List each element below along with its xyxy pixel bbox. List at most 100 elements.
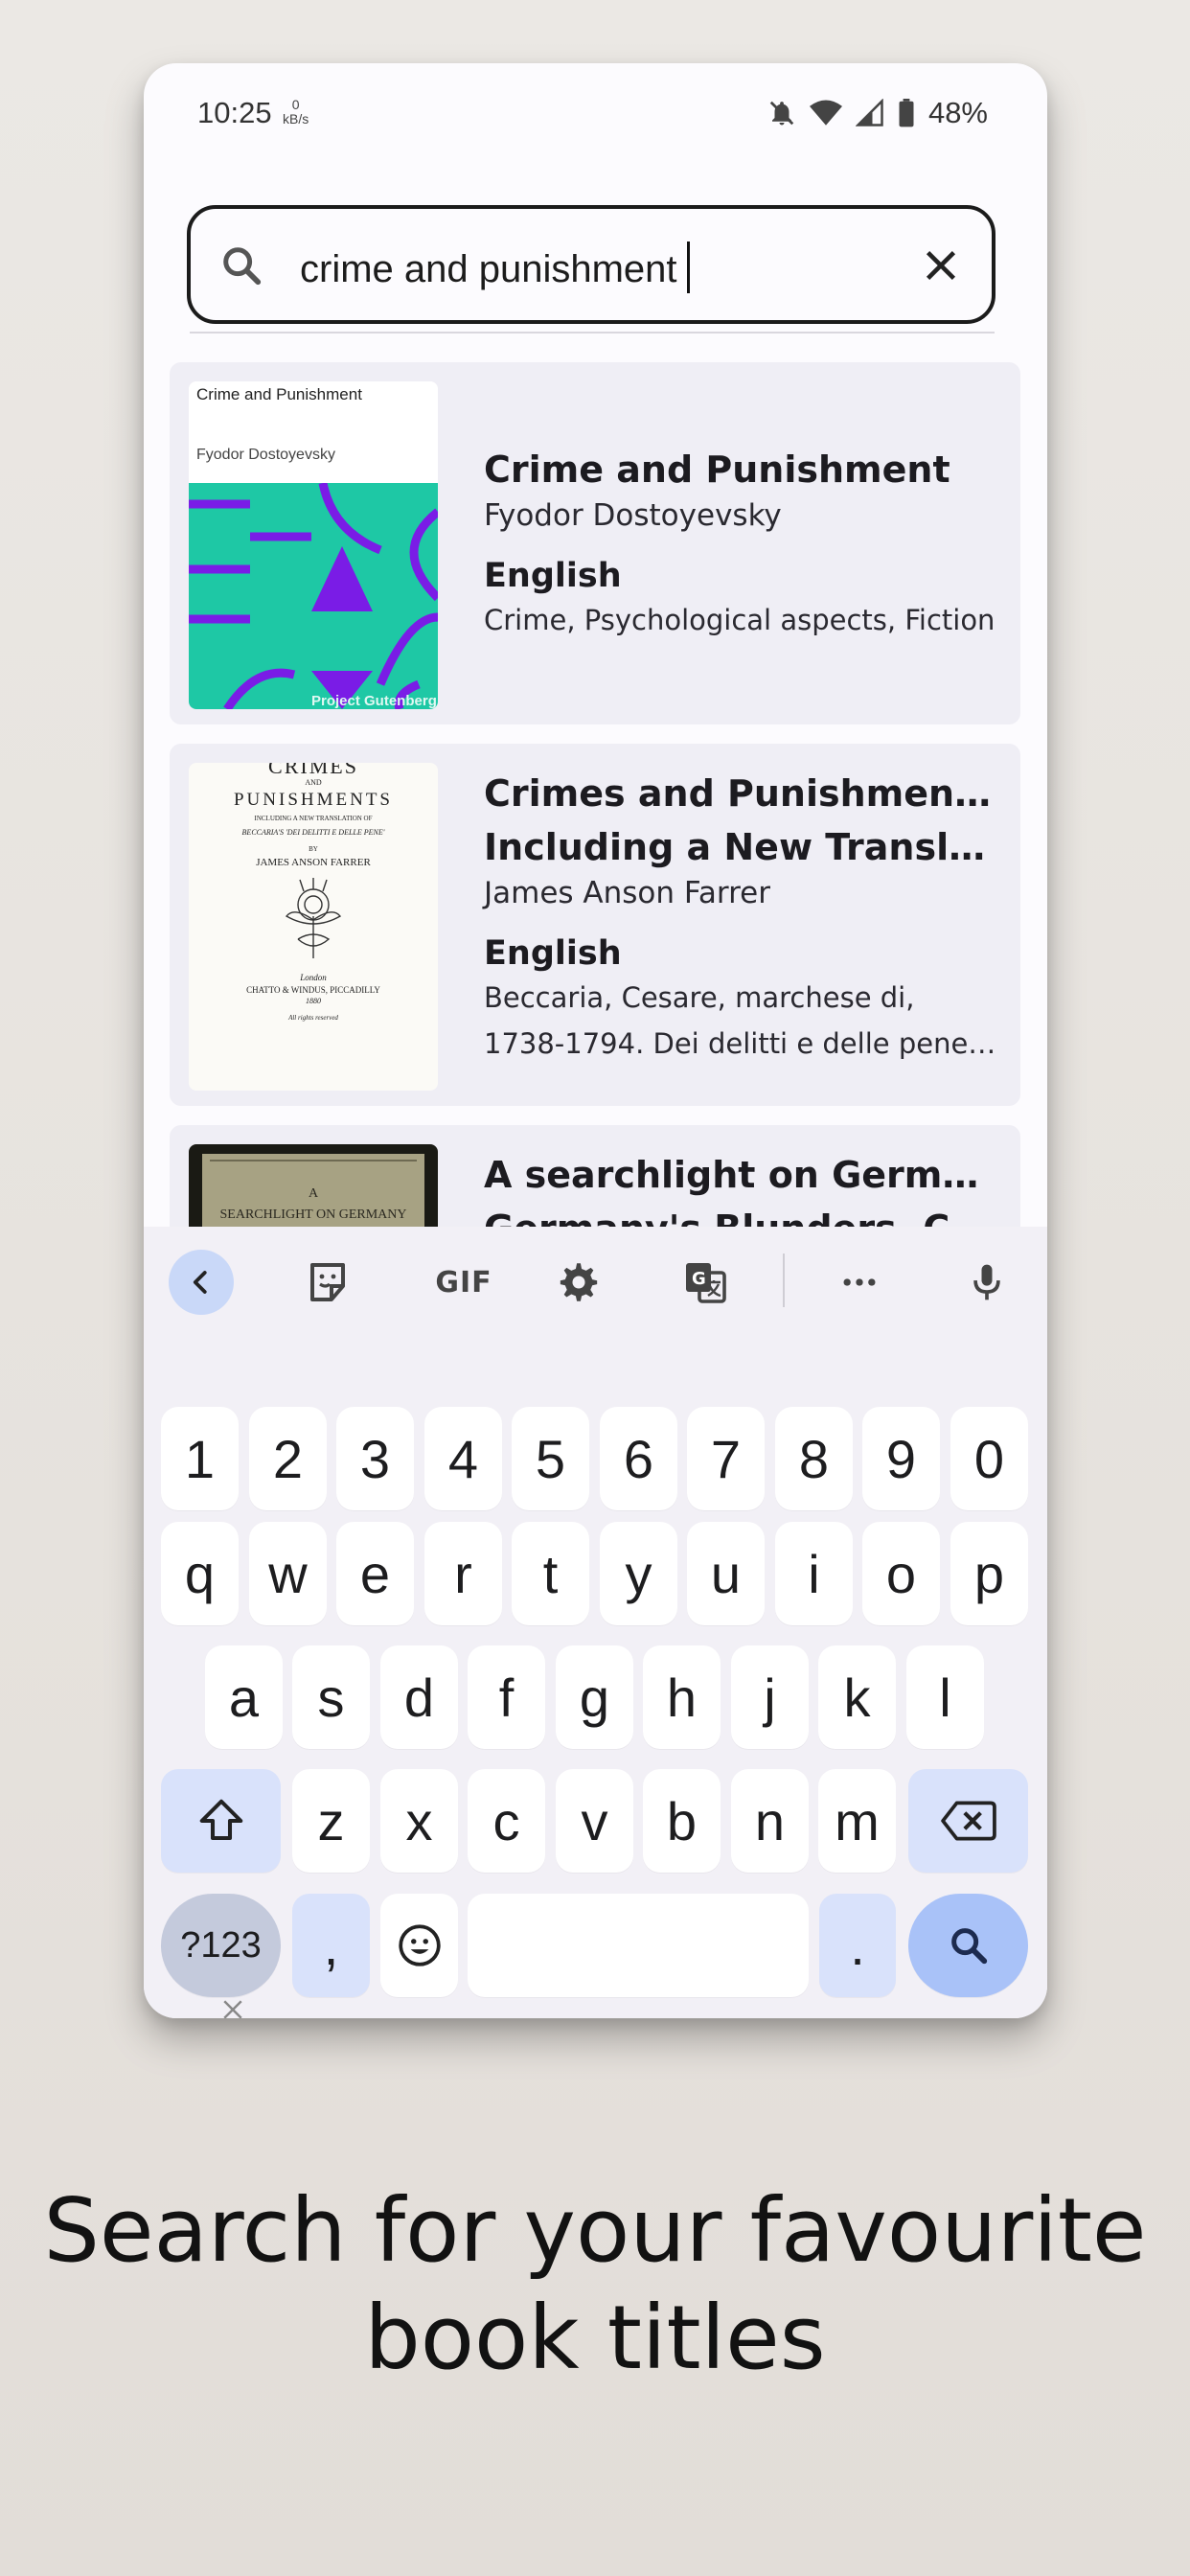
sticker-button[interactable] [295, 1250, 360, 1315]
key-i[interactable]: i [775, 1522, 853, 1625]
key-s[interactable]: s [292, 1645, 370, 1749]
search-query-text: crime and punishment [300, 248, 677, 290]
translate-icon: G [686, 1263, 726, 1303]
key-8[interactable]: 8 [775, 1407, 853, 1510]
cover-line: BY [309, 845, 318, 853]
comma-key[interactable]: , [292, 1894, 370, 1997]
more-horizontal-icon [843, 1278, 876, 1286]
cover-line: CRIMES [268, 763, 358, 778]
key-e[interactable]: e [336, 1522, 414, 1625]
book-title-line-1: Crimes and Punishments: [484, 772, 997, 815]
key-j[interactable]: j [731, 1645, 809, 1749]
key-9[interactable]: 9 [862, 1407, 940, 1510]
svg-text:G: G [692, 1269, 706, 1289]
bell-off-icon [769, 101, 794, 126]
key-u[interactable]: u [687, 1522, 765, 1625]
period-key[interactable]: . [819, 1894, 896, 1997]
key-l[interactable]: l [906, 1645, 984, 1749]
search-action-key[interactable] [908, 1894, 1028, 1997]
key-6[interactable]: 6 [600, 1407, 677, 1510]
key-0[interactable]: 0 [950, 1407, 1028, 1510]
status-icons: 48% [767, 96, 988, 130]
book-cover: CRIMES AND PUNISHMENTS INCLUDING A NEW T… [189, 763, 438, 1091]
caption-line-1: Search for your favourite [43, 2179, 1147, 2282]
cover-line: BECCARIA'S 'DEI DELITTI E DELLE PENE' [241, 828, 385, 837]
book-language: English [484, 934, 622, 973]
settings-button[interactable] [546, 1250, 611, 1315]
net-speed: 0 kB/s [283, 98, 309, 126]
key-t[interactable]: t [512, 1522, 589, 1625]
cover-line: All rights reserved [288, 1014, 338, 1022]
symbols-key[interactable]: ?123 [161, 1894, 281, 1997]
gif-button[interactable]: GIF [421, 1250, 507, 1315]
emblem-illustration [285, 878, 342, 958]
key-4[interactable]: 4 [424, 1407, 502, 1510]
search-bar[interactable]: crime and punishment [187, 205, 995, 324]
key-o[interactable]: o [862, 1522, 940, 1625]
key-x[interactable]: x [380, 1769, 458, 1873]
search-divider [190, 332, 995, 334]
cover-author: Fyodor Dostoyevsky [196, 447, 335, 463]
key-2[interactable]: 2 [249, 1407, 327, 1510]
close-icon[interactable] [919, 243, 963, 288]
book-title-line-2: Including a New Translati... [484, 826, 997, 868]
cover-line: INCLUDING A NEW TRANSLATION OF [254, 815, 373, 822]
key-k[interactable]: k [818, 1645, 896, 1749]
key-n[interactable]: n [731, 1769, 809, 1873]
signal-icon [855, 99, 883, 126]
key-g[interactable]: g [556, 1645, 633, 1749]
status-time: 10:25 [197, 96, 272, 129]
key-h[interactable]: h [643, 1645, 721, 1749]
key-z[interactable]: z [292, 1769, 370, 1873]
cover-line: PUNISHMENTS [233, 790, 394, 810]
battery-icon [899, 99, 914, 127]
result-card-crime-and-punishment[interactable]: Crime and Punishment Fyodor Dostoyevsky [170, 362, 1020, 724]
shift-icon [199, 1799, 242, 1841]
book-title: Crime and Punishment [484, 448, 950, 491]
book-subjects-line-1: Beccaria, Cesare, marchese di, [484, 981, 915, 1014]
key-3[interactable]: 3 [336, 1407, 414, 1510]
more-options-button[interactable] [827, 1250, 892, 1315]
cover-line: SEARCHLIGHT ON GERMANY [219, 1208, 407, 1222]
key-w[interactable]: w [249, 1522, 327, 1625]
toolbar-collapse-button[interactable] [169, 1250, 234, 1315]
result-info: Crime and Punishment Fyodor Dostoyevsky … [484, 443, 997, 640]
wifi-icon [809, 100, 842, 126]
key-b[interactable]: b [643, 1769, 721, 1873]
key-d[interactable]: d [380, 1645, 458, 1749]
cover-line: AND [305, 778, 322, 787]
voice-input-button[interactable] [954, 1250, 1019, 1315]
backspace-key[interactable] [908, 1769, 1028, 1873]
book-author: James Anson Farrer [484, 876, 770, 910]
translate-button[interactable]: G [673, 1250, 738, 1315]
key-f[interactable]: f [468, 1645, 545, 1749]
book-title-line-1: A searchlight on Germany: [484, 1154, 997, 1196]
cover-footer: Project Gutenberg [311, 693, 437, 709]
cover-line: A [308, 1186, 319, 1201]
emoji-key[interactable] [380, 1894, 458, 1997]
key-a[interactable]: a [205, 1645, 283, 1749]
key-v[interactable]: v [556, 1769, 633, 1873]
promo-caption: Search for your favourite book titles [0, 2177, 1190, 2392]
key-p[interactable]: p [950, 1522, 1028, 1625]
key-m[interactable]: m [818, 1769, 896, 1873]
key-7[interactable]: 7 [687, 1407, 765, 1510]
key-5[interactable]: 5 [512, 1407, 589, 1510]
battery-percent: 48% [927, 96, 988, 129]
toolbar-divider [783, 1254, 785, 1307]
key-1[interactable]: 1 [161, 1407, 239, 1510]
key-r[interactable]: r [424, 1522, 502, 1625]
search-input[interactable]: crime and punishment [300, 242, 690, 293]
book-language: English [484, 557, 622, 595]
space-key[interactable] [468, 1894, 809, 1997]
keyboard-toolbar: GIF G [144, 1227, 1047, 1322]
result-info: Crimes and Punishments: Including a New … [484, 767, 997, 1070]
keyboard-close-icon[interactable] [218, 1995, 247, 2018]
result-card-crimes-and-punishments[interactable]: CRIMES AND PUNISHMENTS INCLUDING A NEW T… [170, 744, 1020, 1106]
key-c[interactable]: c [468, 1769, 545, 1873]
key-q[interactable]: q [161, 1522, 239, 1625]
shift-key[interactable] [161, 1769, 281, 1873]
cover-line: London [300, 973, 327, 982]
cover-line: JAMES ANSON FARRER [256, 857, 371, 868]
key-y[interactable]: y [600, 1522, 677, 1625]
